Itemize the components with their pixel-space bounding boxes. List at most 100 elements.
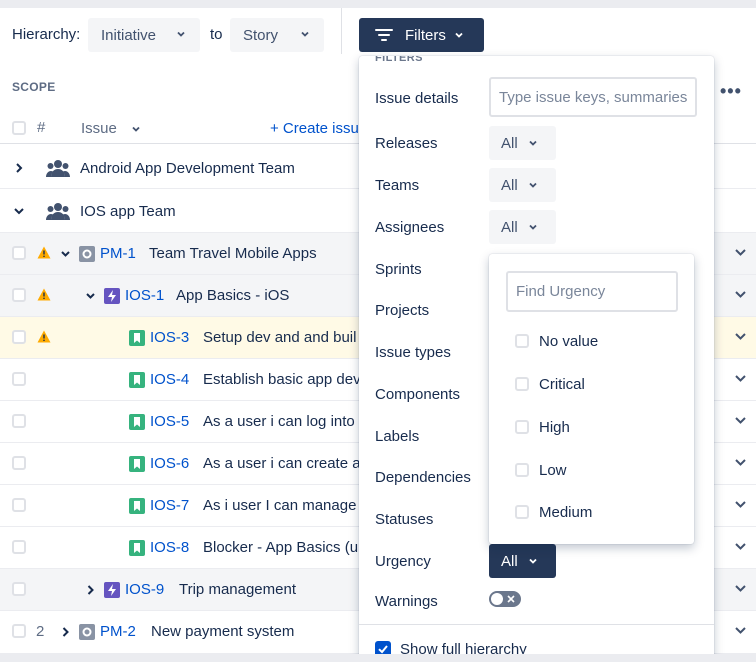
column-issue-header[interactable]: Issue xyxy=(81,120,117,137)
option-label: Low xyxy=(539,462,567,479)
epic-icon xyxy=(104,288,120,304)
assignees-value: All xyxy=(501,218,518,236)
option-checkbox[interactable] xyxy=(515,420,529,434)
chevron-right-icon[interactable] xyxy=(86,584,95,596)
issue-key[interactable]: PM-2 xyxy=(100,623,136,640)
hierarchy-from-value: Initiative xyxy=(101,26,157,44)
chevron-down-icon[interactable] xyxy=(734,289,747,299)
chevron-down-icon[interactable] xyxy=(734,247,747,257)
issue-summary: Trip management xyxy=(179,581,296,598)
option-label: High xyxy=(539,419,570,436)
issue-key[interactable]: PM-1 xyxy=(100,245,136,262)
row-checkbox[interactable] xyxy=(12,456,26,470)
issue-key[interactable]: IOS-4 xyxy=(150,371,189,388)
teams-select[interactable]: All xyxy=(489,168,556,202)
warnings-toggle[interactable] xyxy=(489,591,521,607)
hierarchy-to-select[interactable]: Story xyxy=(230,18,324,52)
hierarchy-label: Hierarchy: xyxy=(12,26,81,43)
chevron-down-icon[interactable] xyxy=(734,373,747,383)
issue-details-label: Issue details xyxy=(375,90,459,107)
dependencies-label: Dependencies xyxy=(375,469,471,486)
scope-label: SCOPE xyxy=(12,80,56,94)
issue-key[interactable]: IOS-7 xyxy=(150,497,189,514)
column-number-header: # xyxy=(37,119,46,136)
chevron-down-icon[interactable] xyxy=(734,457,747,467)
option-label: No value xyxy=(539,333,599,350)
row-checkbox[interactable] xyxy=(12,372,26,386)
projects-label: Projects xyxy=(375,302,430,319)
chevron-right-icon[interactable] xyxy=(61,626,70,638)
row-checkbox[interactable] xyxy=(12,246,26,260)
chevron-down-icon[interactable] xyxy=(734,625,747,635)
issue-key[interactable]: IOS-9 xyxy=(125,581,164,598)
chevron-down-icon[interactable] xyxy=(60,249,71,259)
chevron-down-icon[interactable] xyxy=(85,291,96,301)
more-options-icon[interactable]: ••• xyxy=(720,81,742,102)
row-checkbox[interactable] xyxy=(12,330,26,344)
chevron-down-icon[interactable] xyxy=(734,331,747,341)
find-urgency-input[interactable]: Find Urgency xyxy=(506,271,678,312)
story-icon xyxy=(129,456,145,472)
assignees-select[interactable]: All xyxy=(489,210,556,244)
team-icon xyxy=(46,203,70,220)
toolbar-divider xyxy=(341,8,342,54)
sprints-label: Sprints xyxy=(375,261,422,278)
team-icon xyxy=(46,160,70,177)
hierarchy-from-select[interactable]: Initiative xyxy=(88,18,200,52)
chevron-down-icon xyxy=(529,140,537,146)
warnings-label: Warnings xyxy=(375,593,438,610)
team-name: Android App Development Team xyxy=(80,160,295,177)
create-issue-button[interactable]: + Create issu xyxy=(270,120,359,137)
toggle-knob xyxy=(491,593,503,605)
filters-button[interactable]: Filters xyxy=(359,18,484,52)
row-checkbox[interactable] xyxy=(12,498,26,512)
issue-key[interactable]: IOS-1 xyxy=(125,287,164,304)
chevron-down-icon[interactable] xyxy=(734,415,747,425)
row-checkbox[interactable] xyxy=(12,288,26,302)
issue-summary: As i user I can manage xyxy=(203,497,357,514)
warning-icon xyxy=(37,246,51,259)
chevron-down-icon[interactable] xyxy=(734,583,747,593)
chevron-down-icon[interactable] xyxy=(131,124,141,134)
panel-footer-divider xyxy=(359,624,714,625)
issue-key[interactable]: IOS-6 xyxy=(150,455,189,472)
issue-summary: App Basics - iOS xyxy=(176,287,290,304)
show-full-hierarchy-label[interactable]: Show full hierarchy xyxy=(400,641,527,654)
story-icon xyxy=(129,498,145,514)
option-checkbox[interactable] xyxy=(515,334,529,348)
filters-panel-title: FILTERS xyxy=(375,56,423,64)
issue-rank: 2 xyxy=(36,623,45,640)
urgency-select[interactable]: All xyxy=(489,544,556,578)
row-checkbox[interactable] xyxy=(12,414,26,428)
option-checkbox[interactable] xyxy=(515,463,529,477)
option-checkbox[interactable] xyxy=(515,505,529,519)
show-full-hierarchy-checkbox[interactable] xyxy=(375,641,391,654)
initiative-icon xyxy=(79,624,95,640)
chevron-down-icon xyxy=(455,32,463,38)
to-label: to xyxy=(210,26,223,43)
option-checkbox[interactable] xyxy=(515,377,529,391)
chevron-right-icon[interactable] xyxy=(14,162,24,174)
releases-select[interactable]: All xyxy=(489,126,556,160)
option-label: Critical xyxy=(539,376,585,393)
chevron-down-icon[interactable] xyxy=(13,206,25,216)
row-checkbox[interactable] xyxy=(12,624,26,638)
issue-key[interactable]: IOS-3 xyxy=(150,329,189,346)
chevron-down-icon xyxy=(177,31,185,37)
issue-summary: Team Travel Mobile Apps xyxy=(149,245,317,262)
chevron-down-icon[interactable] xyxy=(734,541,747,551)
chevron-down-icon xyxy=(529,182,537,188)
select-all-checkbox[interactable] xyxy=(12,121,26,135)
row-checkbox[interactable] xyxy=(12,582,26,596)
story-icon xyxy=(129,540,145,556)
issue-key[interactable]: IOS-5 xyxy=(150,413,189,430)
issue-key[interactable]: IOS-8 xyxy=(150,539,189,556)
issue-details-input[interactable]: Type issue keys, summaries xyxy=(489,77,697,117)
components-label: Components xyxy=(375,386,461,403)
hierarchy-to-value: Story xyxy=(243,26,279,44)
row-checkbox[interactable] xyxy=(12,540,26,554)
issue-summary: New payment system xyxy=(151,623,295,640)
urgency-dropdown: Find Urgency No value Critical High Low … xyxy=(489,254,694,544)
chevron-down-icon[interactable] xyxy=(734,499,747,509)
urgency-value: All xyxy=(501,552,518,570)
